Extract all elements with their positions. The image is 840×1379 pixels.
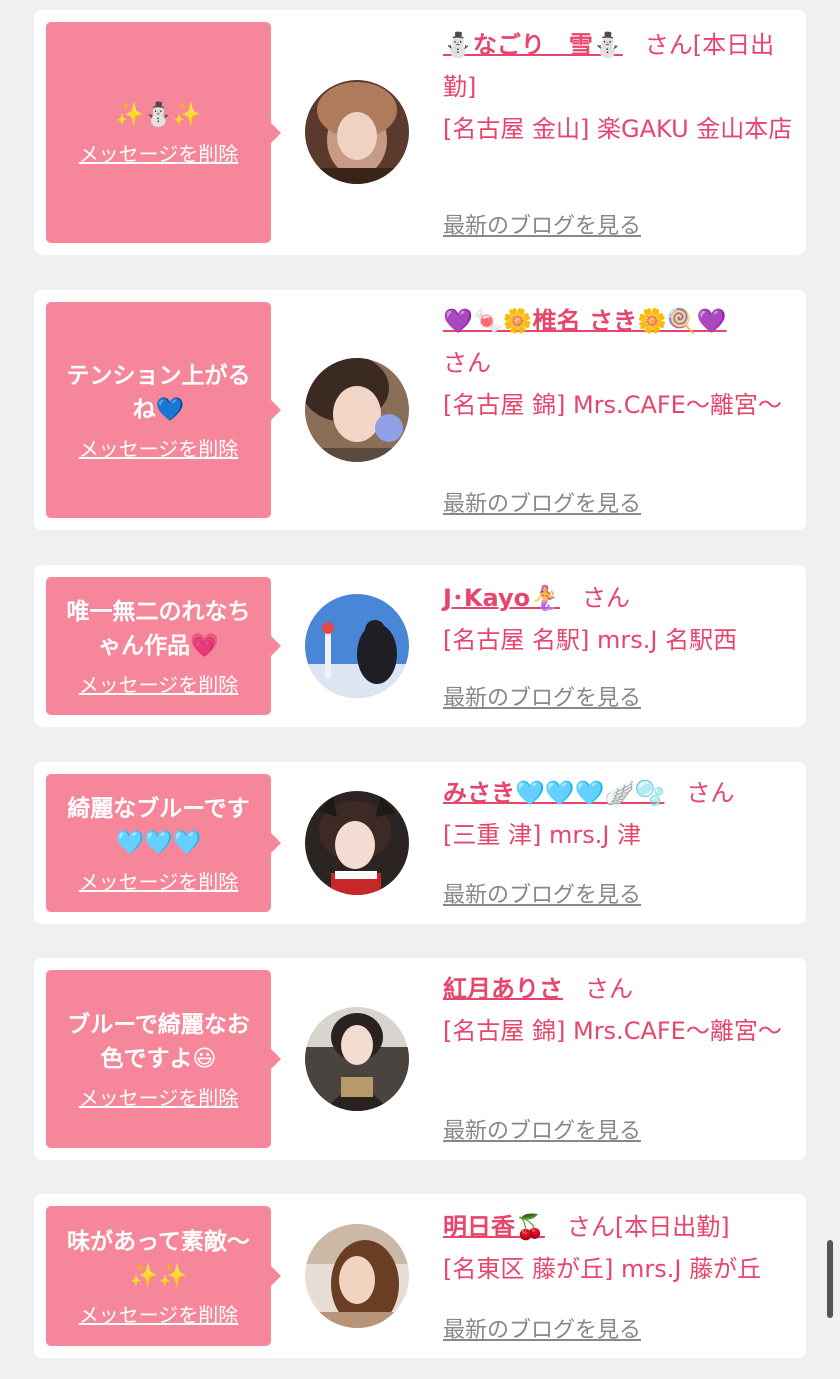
honorific: さん: [566, 1213, 615, 1241]
avatar[interactable]: [305, 1007, 409, 1111]
sender-name-link[interactable]: ⛄なごり 雪⛄: [443, 31, 623, 59]
shop-name: [名古屋 錦] Mrs.CAFE〜離宮〜: [443, 1017, 782, 1045]
latest-blog-link[interactable]: 最新のブログを見る: [443, 208, 641, 240]
message-text: ✨⛄✨: [115, 102, 202, 128]
shop-name: [名古屋 名駅] mrs.J 名駅西: [443, 626, 738, 654]
message-text: テンション上がるね💙: [66, 362, 251, 423]
message-text: 味があって素敵〜✨✨: [67, 1228, 250, 1289]
message-bubble: 唯一無二のれなちゃん作品💗 メッセージを削除: [46, 577, 281, 715]
sender-info: ⛄なごり 雪⛄ さん[本日出勤] [名古屋 金山] 楽GAKU 金山本店: [443, 24, 793, 150]
delete-message-link[interactable]: メッセージを削除: [79, 1082, 239, 1111]
avatar[interactable]: [305, 1224, 409, 1328]
latest-blog-link[interactable]: 最新のブログを見る: [443, 1312, 641, 1344]
message-card: テンション上がるね💙 メッセージを削除 💜🍬🌼椎名 さき🌼🍭💜 さん [名古屋 …: [34, 290, 806, 530]
sender-name-link[interactable]: J･Kayo🧜‍♀️: [443, 584, 560, 612]
message-text: 唯一無二のれなちゃん作品💗: [66, 598, 251, 659]
sender-info: 紅月ありさ さん [名古屋 錦] Mrs.CAFE〜離宮〜: [443, 968, 793, 1052]
sender-info: 明日香🍒 さん[本日出勤] [名東区 藤が丘] mrs.J 藤が丘: [443, 1206, 793, 1290]
avatar[interactable]: [305, 594, 409, 698]
latest-blog-link[interactable]: 最新のブログを見る: [443, 1113, 641, 1145]
shop-name: [名東区 藤が丘] mrs.J 藤が丘: [443, 1255, 762, 1283]
sender-name-link[interactable]: 紅月ありさ: [443, 975, 563, 1003]
sender-name-link[interactable]: 明日香🍒: [443, 1213, 545, 1241]
message-card: ブルーで綺麗なお色ですよ😃 メッセージを削除 紅月ありさ さん [名古屋 錦] M…: [34, 958, 806, 1160]
delete-message-link[interactable]: メッセージを削除: [79, 433, 239, 462]
message-bubble: ✨⛄✨ メッセージを削除: [46, 22, 281, 243]
sender-name-link[interactable]: 💜🍬🌼椎名 さき🌼🍭💜: [443, 307, 727, 335]
message-card: 味があって素敵〜✨✨ メッセージを削除 明日香🍒 さん[本日出勤] [名東区 藤が…: [34, 1194, 806, 1358]
scrollbar[interactable]: [827, 1240, 833, 1318]
work-status: [本日出勤]: [614, 1213, 730, 1241]
shop-name: [名古屋 錦] Mrs.CAFE〜離宮〜: [443, 391, 782, 419]
message-card: 唯一無二のれなちゃん作品💗 メッセージを削除 J･Kayo🧜‍♀️ さん [名古屋…: [34, 565, 806, 727]
delete-message-link[interactable]: メッセージを削除: [79, 1299, 239, 1328]
delete-message-link[interactable]: メッセージを削除: [79, 669, 239, 698]
latest-blog-link[interactable]: 最新のブログを見る: [443, 486, 641, 518]
delete-message-link[interactable]: メッセージを削除: [79, 866, 239, 895]
delete-message-link[interactable]: メッセージを削除: [79, 138, 239, 167]
message-bubble: 味があって素敵〜✨✨ メッセージを削除: [46, 1206, 281, 1346]
sender-info: 💜🍬🌼椎名 さき🌼🍭💜 さん [名古屋 錦] Mrs.CAFE〜離宮〜: [443, 300, 793, 426]
message-bubble: 綺麗なブルーです🩵🩵🩵 メッセージを削除: [46, 774, 281, 912]
honorific: さん: [443, 349, 491, 377]
honorific: さん: [686, 779, 735, 807]
honorific: さん: [585, 975, 633, 1003]
latest-blog-link[interactable]: 最新のブログを見る: [443, 680, 641, 712]
shop-name: [三重 津] mrs.J 津: [443, 821, 642, 849]
honorific: さん: [582, 584, 630, 612]
message-bubble: ブルーで綺麗なお色ですよ😃 メッセージを削除: [46, 970, 281, 1148]
message-card: ✨⛄✨ メッセージを削除 ⛄なごり 雪⛄ さん[本日出勤] [名古屋 金山] 楽G…: [34, 10, 806, 255]
message-text: 綺麗なブルーです🩵🩵🩵: [67, 795, 250, 856]
latest-blog-link[interactable]: 最新のブログを見る: [443, 877, 641, 909]
avatar[interactable]: [305, 80, 409, 184]
shop-name: [名古屋 金山] 楽GAKU 金山本店: [443, 115, 793, 143]
honorific: さん: [644, 31, 693, 59]
sender-info: みさき🩵🩵🩵🪽🫧 さん [三重 津] mrs.J 津: [443, 772, 793, 856]
avatar[interactable]: [305, 791, 409, 895]
sender-info: J･Kayo🧜‍♀️ さん [名古屋 名駅] mrs.J 名駅西: [443, 577, 793, 661]
message-bubble: テンション上がるね💙 メッセージを削除: [46, 302, 281, 518]
message-text: ブルーで綺麗なお色ですよ😃: [67, 1011, 250, 1072]
avatar[interactable]: [305, 358, 409, 462]
message-card: 綺麗なブルーです🩵🩵🩵 メッセージを削除 みさき🩵🩵🩵🪽🫧 さん [三重 津] m…: [34, 762, 806, 924]
sender-name-link[interactable]: みさき🩵🩵🩵🪽🫧: [443, 779, 664, 807]
